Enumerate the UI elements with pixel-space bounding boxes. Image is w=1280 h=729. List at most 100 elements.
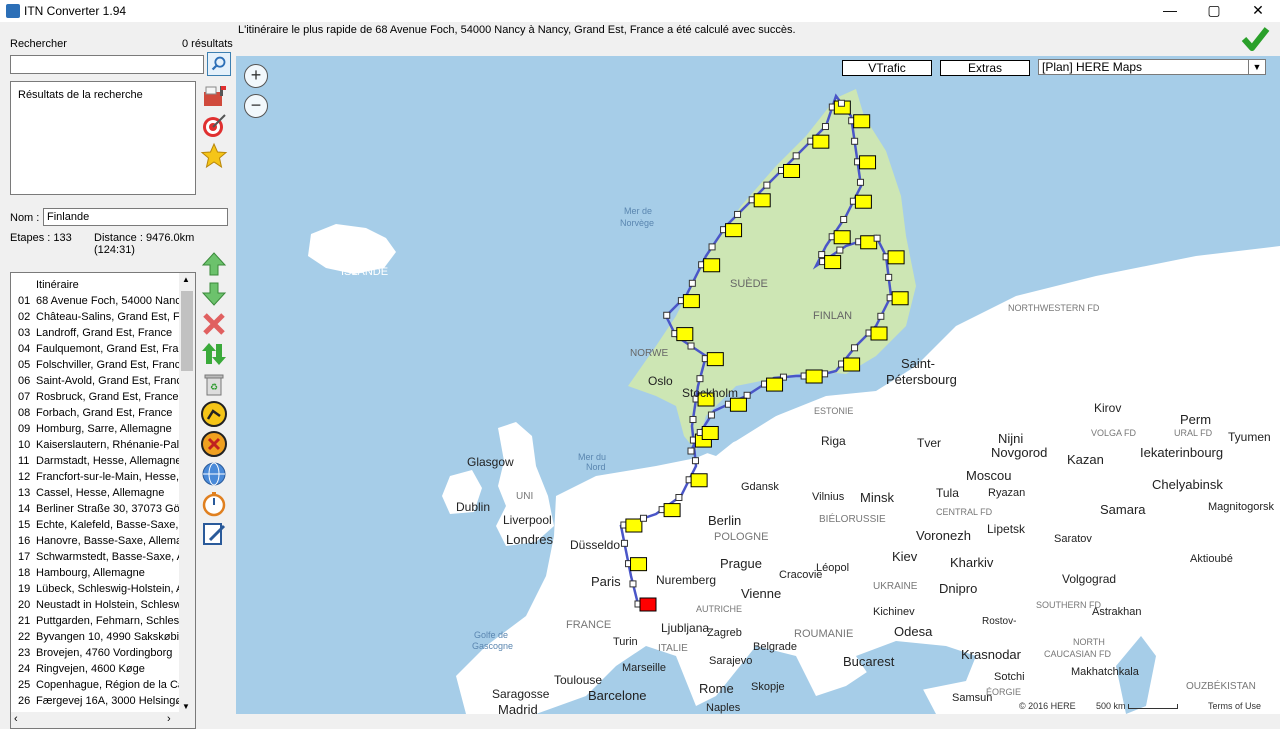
move-up-button[interactable] — [200, 250, 228, 278]
itinerary-row[interactable]: 24 Ringvejen, 4600 Køge — [11, 663, 179, 679]
waypoint-node[interactable] — [691, 457, 699, 465]
waypoint-node[interactable] — [708, 243, 716, 251]
delete-step-button[interactable] — [200, 310, 228, 338]
waypoint-marker[interactable] — [725, 223, 743, 238]
waypoint-node[interactable] — [792, 152, 800, 160]
validate-button[interactable] — [1240, 24, 1270, 54]
globe-button[interactable] — [200, 460, 228, 488]
waypoint-marker[interactable] — [833, 230, 851, 245]
itinerary-row[interactable]: 19 Lübeck, Schleswig-Holstein, Alle — [11, 583, 179, 599]
waypoint-node[interactable] — [818, 251, 826, 259]
cancel-route-button[interactable] — [200, 430, 228, 458]
scroll-left-icon[interactable]: ‹ — [14, 713, 18, 725]
edit-button[interactable] — [200, 520, 228, 548]
itinerary-row[interactable]: 11 Darmstadt, Hesse, Allemagne — [11, 455, 179, 471]
itinerary-row[interactable]: 16 Hanovre, Basse-Saxe, Allemagn — [11, 535, 179, 551]
waypoint-marker[interactable] — [766, 377, 784, 392]
itinerary-row[interactable]: 09 Homburg, Sarre, Allemagne — [11, 423, 179, 439]
itinerary-row[interactable]: 21 Puttgarden, Fehmarn, Schleswig — [11, 615, 179, 631]
waypoint-node[interactable] — [689, 415, 697, 423]
waypoint-marker[interactable] — [843, 357, 861, 372]
waypoint-marker[interactable] — [676, 327, 694, 342]
waypoint-marker[interactable] — [729, 397, 747, 412]
waypoint-node[interactable] — [877, 312, 885, 320]
waypoint-node[interactable] — [837, 99, 845, 107]
terms-link[interactable]: Terms of Use — [1208, 701, 1261, 711]
waypoint-marker[interactable] — [630, 557, 648, 572]
itinerary-row[interactable]: 15 Echte, Kalefeld, Basse-Saxe, All — [11, 519, 179, 535]
clear-route-button[interactable]: ♻ — [200, 370, 228, 398]
waypoint-node[interactable] — [851, 344, 859, 352]
itinerary-row[interactable]: 05 Folschviller, Grand Est, France — [11, 359, 179, 375]
itinerary-row[interactable]: 10 Kaiserslautern, Rhénanie-Palatin — [11, 439, 179, 455]
waypoint-marker[interactable] — [783, 163, 801, 178]
itinerary-row[interactable]: 06 Saint-Avold, Grand Est, France — [11, 375, 179, 391]
waypoint-marker[interactable] — [663, 503, 681, 518]
vtrafic-button[interactable]: VTrafic — [842, 60, 932, 76]
waypoint-marker[interactable] — [805, 369, 823, 384]
reverse-route-button[interactable] — [200, 340, 228, 368]
itinerary-row[interactable]: 17 Schwarmstedt, Basse-Saxe, All — [11, 551, 179, 567]
itinerary-row[interactable]: 01 68 Avenue Foch, 54000 Nancy — [11, 295, 179, 311]
waypoint-node[interactable] — [707, 411, 715, 419]
itinerary-row[interactable]: 25 Copenhague, Région de la Capi — [11, 679, 179, 695]
waypoint-node[interactable] — [840, 215, 848, 223]
itinerary-row[interactable]: 18 Hambourg, Allemagne — [11, 567, 179, 583]
move-down-button[interactable] — [200, 280, 228, 308]
maximize-button[interactable]: ▢ — [1194, 0, 1234, 22]
itinerary-row[interactable]: 14 Berliner Straße 30, 37073 Göttin — [11, 503, 179, 519]
target-button[interactable] — [200, 112, 228, 140]
waypoint-marker[interactable] — [706, 352, 724, 367]
waypoint-node[interactable] — [885, 273, 893, 281]
waypoint-node[interactable] — [851, 137, 859, 145]
waypoint-marker[interactable] — [859, 155, 877, 170]
waypoint-marker[interactable] — [682, 294, 700, 309]
scroll-down-icon[interactable]: ▼ — [182, 702, 190, 711]
waypoint-node[interactable] — [687, 447, 695, 455]
chevron-down-icon[interactable]: ▼ — [1248, 60, 1265, 74]
zoom-in-button[interactable]: + — [244, 64, 268, 88]
optimize-route-button[interactable] — [200, 400, 228, 428]
list-horizontal-scrollbar[interactable]: ‹ › — [11, 712, 195, 728]
waypoint-marker[interactable] — [854, 194, 872, 209]
waypoint-node[interactable] — [675, 494, 683, 502]
import-results-button[interactable] — [200, 82, 228, 110]
scroll-thumb[interactable] — [181, 291, 193, 371]
timer-button[interactable] — [200, 490, 228, 518]
waypoint-node[interactable] — [663, 311, 671, 319]
itinerary-row[interactable]: 26 Færgevej 16A, 3000 Helsingør — [11, 695, 179, 711]
waypoint-marker[interactable] — [625, 518, 643, 533]
waypoint-node[interactable] — [639, 514, 647, 522]
waypoint-marker[interactable] — [870, 326, 888, 341]
waypoint-marker[interactable] — [891, 291, 909, 306]
waypoint-node[interactable] — [821, 123, 829, 131]
itinerary-row[interactable]: 04 Faulquemont, Grand Est, France — [11, 343, 179, 359]
waypoint-marker[interactable] — [887, 250, 905, 265]
waypoint-node[interactable] — [743, 391, 751, 399]
itinerary-row[interactable]: 12 Francfort-sur-le-Main, Hesse, Alle — [11, 471, 179, 487]
map-view[interactable]: + − ISLANDE Mer de Norvège SUÈDE FINLAN NORWE… — [236, 56, 1280, 714]
waypoint-node[interactable] — [687, 342, 695, 350]
waypoint-marker[interactable] — [639, 597, 657, 612]
waypoint-node[interactable] — [696, 375, 704, 383]
itinerary-row[interactable]: 13 Cassel, Hesse, Allemagne — [11, 487, 179, 503]
waypoint-node[interactable] — [629, 580, 637, 588]
close-button[interactable]: ✕ — [1238, 0, 1278, 22]
itinerary-row[interactable]: 22 Byvangen 10, 4990 Sakskøbing — [11, 631, 179, 647]
minimize-button[interactable]: — — [1150, 0, 1190, 22]
scroll-right-icon[interactable]: › — [167, 713, 171, 725]
waypoint-node[interactable] — [873, 234, 881, 242]
search-results-box[interactable]: Résultats de la recherche — [10, 81, 196, 195]
waypoint-marker[interactable] — [690, 473, 708, 488]
search-input[interactable] — [10, 55, 204, 74]
waypoint-marker[interactable] — [701, 425, 719, 440]
waypoint-marker[interactable] — [703, 258, 721, 273]
waypoint-node[interactable] — [734, 210, 742, 218]
waypoint-node[interactable] — [688, 279, 696, 287]
waypoint-node[interactable] — [763, 181, 771, 189]
waypoint-node[interactable] — [856, 178, 864, 186]
map-provider-select[interactable]: [Plan] HERE Maps ▼ — [1038, 59, 1266, 75]
waypoint-node[interactable] — [836, 246, 844, 254]
waypoint-marker[interactable] — [853, 114, 871, 129]
itinerary-row[interactable]: 20 Neustadt in Holstein, Schleswig- — [11, 599, 179, 615]
